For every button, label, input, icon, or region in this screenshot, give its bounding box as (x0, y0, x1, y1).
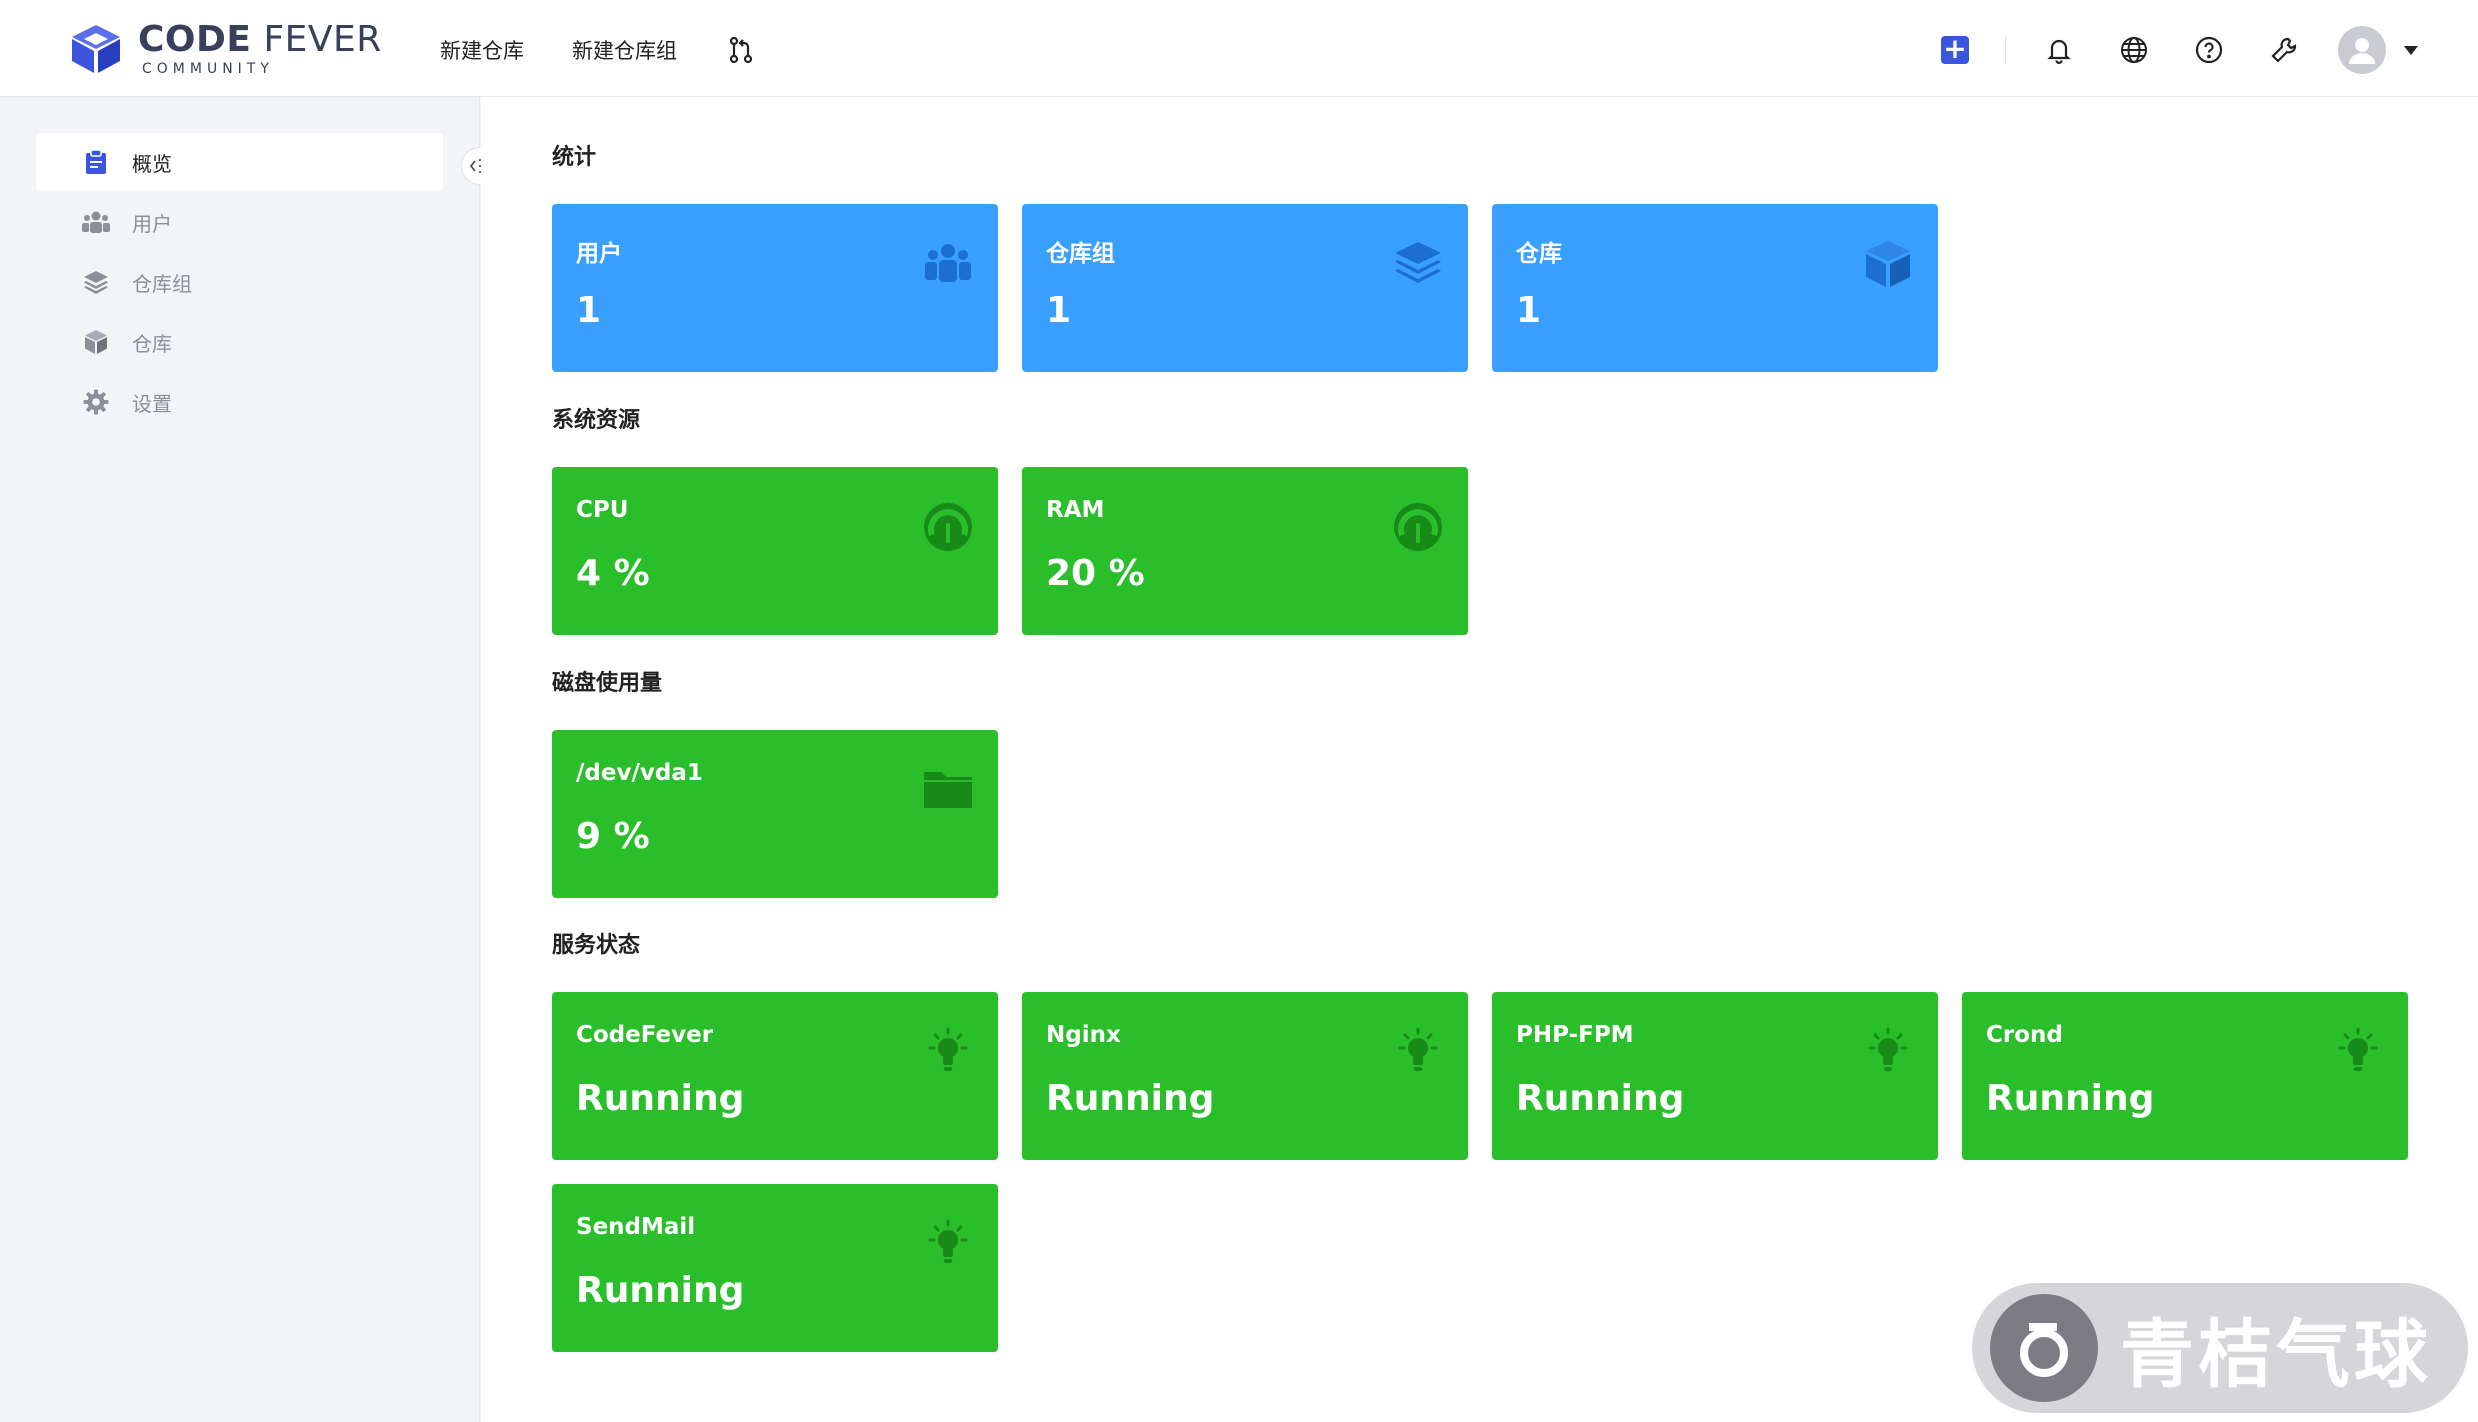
sidebar-item-label: 概览 (132, 151, 172, 176)
git-merge-icon[interactable] (725, 34, 757, 66)
card-label: CodeFever (576, 1022, 714, 1048)
card-value: 1 (1046, 290, 1072, 331)
card-label: Crond (1986, 1022, 2063, 1048)
main-content: 统计 用户 1 仓库组 1 仓库 1 系统资源 CPU 4 % RAM 20 %… (481, 97, 2478, 1422)
watermark-text: 青桔气球 (2120, 1311, 2432, 1398)
cube-icon (82, 328, 110, 356)
service-card-nginx[interactable]: Nginx Running (1022, 992, 1468, 1160)
layers-icon (82, 268, 110, 296)
question-circle-icon (2195, 36, 2223, 64)
stat-card-users[interactable]: 用户 1 (552, 204, 998, 372)
card-label: CPU (576, 497, 629, 523)
header-tools: + (1902, 26, 2418, 74)
lightbulb-icon (1398, 1027, 1438, 1071)
stat-card-repos[interactable]: 仓库 1 (1492, 204, 1938, 372)
globe-icon (2121, 37, 2147, 63)
sidebar-item-settings[interactable]: 设置 (36, 373, 443, 431)
stat-card-repo-groups[interactable]: 仓库组 1 (1022, 204, 1468, 372)
bell-icon (2047, 39, 2071, 65)
logo-subtitle: COMMUNITY (142, 61, 274, 77)
card-label: Nginx (1046, 1022, 1121, 1048)
gauge-icon (924, 503, 972, 551)
sidebar-item-users[interactable]: 用户 (36, 193, 443, 251)
logo-text-light: FEVER (263, 19, 382, 60)
card-value: Running (1516, 1078, 1685, 1119)
logo[interactable]: CODE FEVER COMMUNITY (68, 22, 382, 76)
service-card-codefever[interactable]: CodeFever Running (552, 992, 998, 1160)
wrench-icon (2271, 37, 2297, 63)
resource-card-cpu[interactable]: CPU 4 % (552, 467, 998, 635)
sidebar-item-repo-groups[interactable]: 仓库组 (36, 253, 443, 311)
section-title-resources: 系统资源 (552, 408, 641, 433)
gauge-icon (1394, 503, 1442, 551)
user-avatar-icon (2349, 38, 2375, 64)
logo-text-bold: CODE (138, 19, 252, 60)
section-title-disk: 磁盘使用量 (552, 671, 663, 696)
service-card-crond[interactable]: Crond Running (1962, 992, 2408, 1160)
layers-icon (1395, 242, 1441, 283)
cube-icon (1866, 241, 1910, 287)
gear-icon (82, 388, 110, 416)
language-button[interactable] (2112, 28, 2156, 72)
lightbulb-icon (1868, 1027, 1908, 1071)
logo-icon (72, 25, 120, 73)
sidebar-item-label: 仓库 (132, 331, 172, 356)
card-value: Running (1986, 1078, 2155, 1119)
card-label: PHP-FPM (1516, 1022, 1634, 1048)
sidebar-item-label: 设置 (132, 391, 172, 416)
resource-card-ram[interactable]: RAM 20 % (1022, 467, 1468, 635)
folder-icon (924, 772, 972, 808)
service-card-sendmail[interactable]: SendMail Running (552, 1184, 998, 1352)
lightbulb-icon (928, 1219, 968, 1263)
watermark-logo-icon (1990, 1294, 2098, 1402)
sidebar-item-repos[interactable]: 仓库 (36, 313, 443, 371)
users-icon (82, 208, 110, 236)
card-value: 9 % (576, 816, 650, 857)
card-value: 1 (576, 290, 602, 331)
sidebar-item-label: 仓库组 (132, 271, 192, 296)
section-title-stats: 统计 (552, 145, 597, 170)
lightbulb-icon (928, 1027, 968, 1071)
card-value: 1 (1516, 290, 1542, 331)
card-label: SendMail (576, 1214, 696, 1240)
card-label: 用户 (576, 241, 622, 267)
card-label: 仓库组 (1046, 241, 1115, 267)
lightbulb-icon (2338, 1027, 2378, 1071)
card-value: Running (576, 1270, 745, 1311)
card-value: Running (576, 1078, 745, 1119)
card-value: 4 % (576, 553, 650, 594)
new-repo-group-link[interactable]: 新建仓库组 (572, 35, 677, 65)
new-repo-link[interactable]: 新建仓库 (440, 35, 524, 65)
sidebar: 概览 用户 仓库组 仓库 设置 (0, 97, 499, 1422)
watermark: 青桔气球 (1972, 1283, 2468, 1413)
top-bar: CODE FEVER COMMUNITY 新建仓库 新建仓库组 + (0, 0, 2478, 97)
chevron-down-icon[interactable] (2404, 45, 2418, 55)
add-button[interactable]: + (1933, 28, 1977, 72)
plus-square-icon: + (1941, 35, 1969, 64)
card-label: RAM (1046, 497, 1105, 523)
notifications-button[interactable] (2037, 28, 2081, 72)
card-value: 20 % (1046, 553, 1145, 594)
help-button[interactable] (2187, 28, 2231, 72)
disk-card-vda1[interactable]: /dev/vda1 9 % (552, 730, 998, 898)
sidebar-item-label: 用户 (132, 211, 172, 236)
user-avatar[interactable] (2338, 26, 2386, 74)
sidebar-item-overview[interactable]: 概览 (36, 133, 443, 191)
header-divider (2005, 36, 2006, 64)
card-label: 仓库 (1516, 241, 1562, 267)
service-card-php-fpm[interactable]: PHP-FPM Running (1492, 992, 1938, 1160)
card-value: Running (1046, 1078, 1215, 1119)
top-nav: 新建仓库 新建仓库组 (440, 34, 757, 66)
clipboard-icon (82, 148, 110, 176)
users-icon (925, 244, 971, 282)
admin-button[interactable] (2262, 28, 2306, 72)
card-label: /dev/vda1 (576, 760, 703, 786)
section-title-services: 服务状态 (552, 933, 641, 958)
